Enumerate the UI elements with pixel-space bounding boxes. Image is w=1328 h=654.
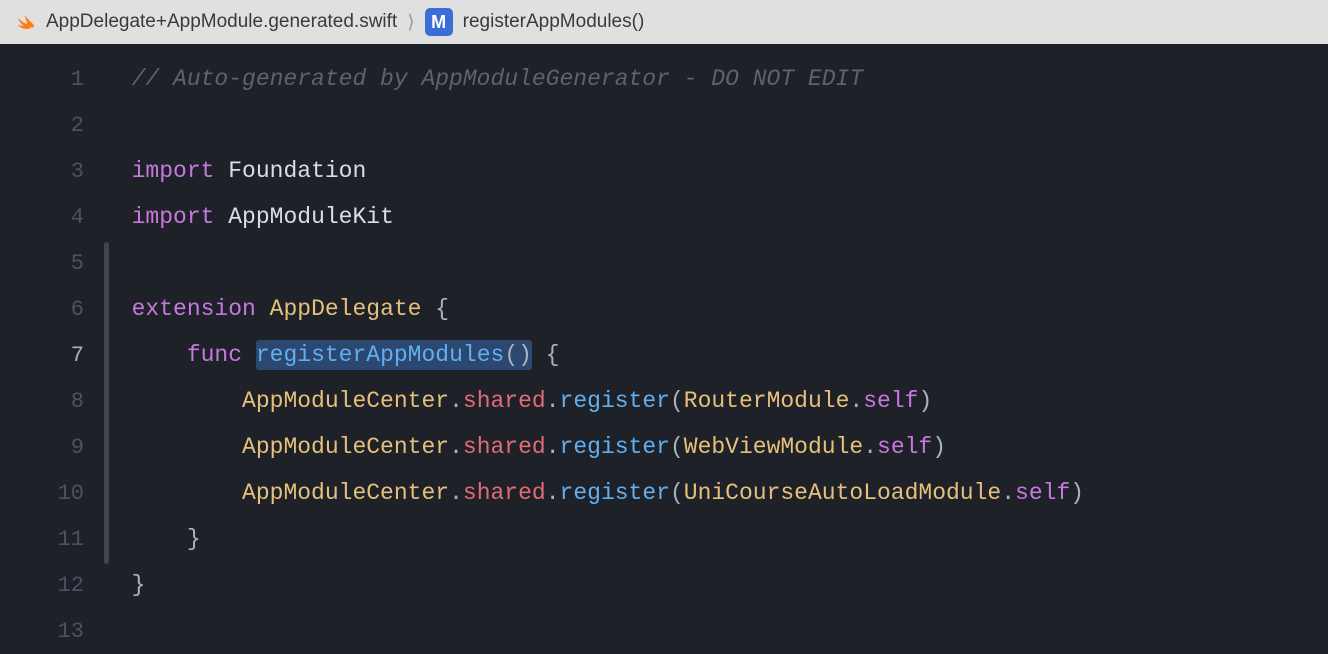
swift-icon [12,10,36,34]
line-number[interactable]: 5 [0,240,84,286]
line-number[interactable]: 11 [0,516,84,562]
token-dot: . [449,388,463,414]
token-dot: . [849,388,863,414]
token-dot: . [449,480,463,506]
code-content[interactable]: // Auto-generated by AppModuleGenerator … [104,44,1328,634]
line-numbers-gutter: 1 2 3 4 5 6 7 8 9 10 11 12 13 [0,44,104,634]
token-type: AppModuleCenter [242,480,449,506]
token-dot: . [546,480,560,506]
token-identifier: AppModuleKit [228,204,394,230]
line-number[interactable]: 13 [0,608,84,654]
token-identifier: Foundation [228,158,366,184]
code-line-empty[interactable] [104,240,1328,286]
token-paren: ( [670,434,684,460]
code-line-empty[interactable] [104,102,1328,148]
code-line[interactable]: import AppModuleKit [104,194,1328,240]
token-keyword: extension [132,296,256,322]
token-brace: { [435,296,449,322]
token-property: shared [463,480,546,506]
token-type: AppModuleCenter [242,434,449,460]
line-number[interactable]: 12 [0,562,84,608]
token-punctuation: () [504,342,532,368]
code-line[interactable]: AppModuleCenter.shared.register(UniCours… [104,470,1328,516]
token-property: shared [463,434,546,460]
token-keyword: func [187,342,242,368]
line-number-current[interactable]: 7 [0,332,84,378]
token-type: WebViewModule [684,434,863,460]
line-number[interactable]: 1 [0,56,84,102]
code-editor[interactable]: 1 2 3 4 5 6 7 8 9 10 11 12 13 // Auto-ge… [0,44,1328,634]
token-dot: . [863,434,877,460]
token-brace: } [187,526,201,552]
code-line[interactable]: } [104,516,1328,562]
line-number[interactable]: 3 [0,148,84,194]
breadcrumb: AppDelegate+AppModule.generated.swift ⟩ … [0,0,1328,44]
token-type: AppModuleCenter [242,388,449,414]
code-line[interactable]: // Auto-generated by AppModuleGenerator … [104,56,1328,102]
token-dot: . [449,434,463,460]
method-icon: M [425,8,453,36]
line-number[interactable]: 6 [0,286,84,332]
token-keyword: import [132,204,215,230]
token-keyword: self [863,388,918,414]
line-number[interactable]: 8 [0,378,84,424]
breadcrumb-file[interactable]: AppDelegate+AppModule.generated.swift [46,11,397,33]
line-number[interactable]: 4 [0,194,84,240]
token-dot: . [546,434,560,460]
token-paren: ) [918,388,932,414]
token-function: register [560,434,670,460]
code-line[interactable]: AppModuleCenter.shared.register(WebViewM… [104,424,1328,470]
token-type: UniCourseAutoLoadModule [684,480,1001,506]
token-paren: ( [670,480,684,506]
token-property: shared [463,388,546,414]
token-comment: // Auto-generated by AppModuleGenerator … [132,66,864,92]
code-line[interactable]: import Foundation [104,148,1328,194]
token-keyword: import [132,158,215,184]
code-line[interactable]: } [104,562,1328,608]
token-paren: ( [670,388,684,414]
token-paren: ) [932,434,946,460]
token-function: register [560,480,670,506]
code-line[interactable]: extension AppDelegate { [104,286,1328,332]
token-brace: } [132,572,146,598]
token-function: register [560,388,670,414]
highlighted-symbol: registerAppModules() [256,340,532,370]
token-dot: . [1001,480,1015,506]
token-keyword: self [877,434,932,460]
breadcrumb-separator: ⟩ [407,11,414,34]
token-brace: { [546,342,560,368]
token-type: AppDelegate [270,296,422,322]
breadcrumb-method[interactable]: registerAppModules() [463,11,645,33]
token-dot: . [546,388,560,414]
code-line[interactable]: func registerAppModules() { [104,332,1328,378]
token-function: registerAppModules [256,342,504,368]
line-number[interactable]: 9 [0,424,84,470]
code-line[interactable]: AppModuleCenter.shared.register(RouterMo… [104,378,1328,424]
token-keyword: self [1015,480,1070,506]
code-line-empty[interactable] [104,608,1328,654]
line-number[interactable]: 10 [0,470,84,516]
token-type: RouterModule [684,388,850,414]
line-number[interactable]: 2 [0,102,84,148]
token-paren: ) [1070,480,1084,506]
